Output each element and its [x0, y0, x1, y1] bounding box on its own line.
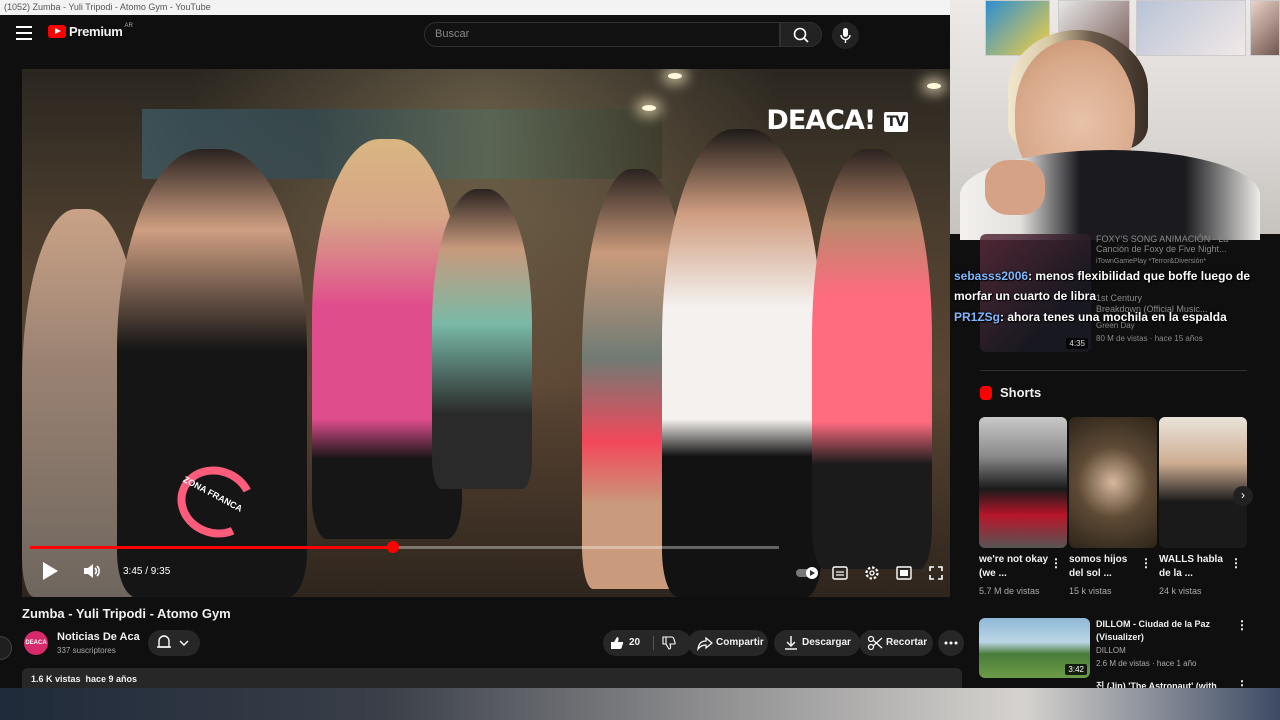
ceiling-light	[927, 83, 941, 89]
subtitles-button[interactable]	[832, 566, 848, 585]
download-icon	[785, 636, 797, 650]
search-button[interactable]	[780, 22, 822, 47]
scissors-icon	[867, 635, 883, 651]
wall-poster	[1250, 0, 1280, 56]
short-menu-icon[interactable]: ⋮	[1230, 556, 1242, 570]
streamer-hand	[985, 160, 1045, 215]
microphone-icon	[840, 28, 851, 43]
channel-watermark: DEACA! TV	[766, 105, 908, 136]
menu-icon[interactable]	[16, 26, 32, 42]
channel-name[interactable]: Noticias De Aca	[57, 631, 140, 643]
dancer	[432, 189, 532, 489]
masthead: Premium AR Buscar	[0, 15, 950, 55]
chat-username: sebasss2006	[954, 269, 1029, 283]
thumbs-up-icon	[611, 637, 624, 649]
subscriber-count: 337 suscriptores	[57, 646, 116, 655]
shorts-icon	[980, 385, 992, 400]
section-divider	[980, 370, 1247, 371]
channel-avatar[interactable]: DEACA	[24, 631, 48, 655]
share-icon	[697, 636, 713, 651]
youtube-play-icon	[48, 25, 66, 38]
short-thumbnail[interactable]	[1159, 417, 1247, 548]
short-thumbnail[interactable]	[979, 417, 1067, 548]
recommended-channel[interactable]: DILLOM	[1096, 646, 1126, 655]
gear-icon	[865, 566, 879, 580]
search-icon	[793, 27, 809, 43]
short-thumbnail[interactable]	[1069, 417, 1157, 548]
search-input[interactable]: Buscar	[424, 22, 780, 47]
shorts-label: Shorts	[1000, 385, 1042, 400]
clip-label: Recortar	[886, 637, 928, 648]
next-recommended-title[interactable]: 진 (Jin) 'The Astronaut' (with	[1096, 680, 1231, 688]
more-actions-button[interactable]	[938, 630, 964, 656]
logo-country: AR	[124, 22, 133, 29]
recommended-video-title[interactable]: DILLOM - Ciudad de la Paz (Visualizer)	[1096, 618, 1231, 644]
bottom-overlay-strip	[0, 688, 1280, 720]
short-title[interactable]: we're not okay (we ...	[979, 553, 1051, 581]
dancer	[662, 129, 822, 597]
description-box[interactable]: 1.6 K vistas hace 9 años	[22, 668, 962, 690]
short-menu-icon[interactable]: ⋮	[1050, 556, 1062, 570]
views-and-date: 1.6 K vistas hace 9 años	[31, 674, 138, 684]
short-views: 5.7 M de vistas	[979, 586, 1040, 596]
download-label: Descargar	[802, 637, 851, 648]
video-title: Zumba - Yuli Tripodi - Atomo Gym	[22, 606, 231, 621]
shorts-shelf-title: Shorts	[980, 385, 1041, 400]
video-player[interactable]: ZONA FRANCA DEACA! TV 3:45 / 9:35	[22, 69, 950, 597]
recommended-video-thumbnail[interactable]: 3:42	[979, 618, 1090, 678]
like-count: 20	[629, 637, 641, 648]
chat-message: sebasss2006: menos flexibilidad que boff…	[954, 266, 1254, 306]
dislike-button[interactable]	[658, 630, 688, 656]
fullscreen-button[interactable]	[928, 565, 944, 586]
download-button[interactable]: Descargar	[774, 630, 860, 656]
autoplay-toggle[interactable]	[796, 566, 820, 585]
like-dislike-group: 20	[603, 630, 691, 656]
like-button[interactable]: 20	[603, 630, 653, 656]
video-menu-icon[interactable]: ⋮	[1236, 618, 1248, 632]
like-divider	[653, 636, 654, 650]
short-views: 24 k vistas	[1159, 586, 1202, 596]
theater-mode-icon	[896, 566, 912, 580]
mute-button[interactable]	[82, 561, 102, 586]
bell-icon	[157, 635, 189, 648]
progress-played	[30, 546, 394, 549]
chat-text: : ahora tenes una mochila en la espalda	[1000, 310, 1227, 324]
notifications-button[interactable]	[148, 630, 200, 656]
play-icon	[43, 562, 58, 580]
more-horizontal-icon	[944, 641, 958, 645]
youtube-logo[interactable]: Premium AR	[48, 22, 133, 39]
video-duration: 3:42	[1065, 664, 1087, 675]
shorts-next-button[interactable]: ›	[1233, 486, 1253, 506]
logo-text: Premium	[69, 24, 123, 39]
clip-button[interactable]: Recortar	[859, 630, 933, 656]
fullscreen-icon	[929, 566, 943, 580]
chat-message: PR1ZSg: ahora tenes una mochila en la es…	[954, 307, 1254, 327]
recommended-meta: 2.6 M de vistas · hace 1 año	[1096, 659, 1197, 668]
autoplay-icon	[796, 567, 818, 579]
ceiling-light	[642, 105, 656, 111]
window-title: (1052) Zumba - Yuli Tripodi - Atomo Gym …	[0, 0, 950, 15]
short-title[interactable]: WALLS habla de la ...	[1159, 553, 1231, 581]
subtitles-icon	[832, 566, 848, 580]
chat-username: PR1ZSg	[954, 310, 1001, 324]
collapse-arrow[interactable]	[0, 636, 12, 660]
short-menu-icon[interactable]: ⋮	[1140, 556, 1152, 570]
chat-overlay: sebasss2006: menos flexibilidad que boff…	[950, 234, 1280, 364]
settings-button[interactable]	[864, 565, 880, 586]
ceiling-light	[668, 73, 682, 79]
wall-poster	[1136, 0, 1246, 56]
short-views: 15 k vistas	[1069, 586, 1112, 596]
share-label: Compartir	[716, 637, 764, 648]
voice-search-button[interactable]	[832, 22, 859, 49]
volume-icon	[84, 564, 100, 578]
thumbs-down-icon	[662, 636, 676, 650]
short-title[interactable]: somos hijos del sol ...	[1069, 553, 1141, 581]
miniplayer-button[interactable]	[896, 566, 912, 585]
share-button[interactable]: Compartir	[688, 630, 768, 656]
dancer	[812, 149, 932, 569]
progress-bar[interactable]	[30, 541, 779, 553]
play-button[interactable]	[40, 561, 60, 586]
time-display: 3:45 / 9:35	[123, 566, 171, 577]
